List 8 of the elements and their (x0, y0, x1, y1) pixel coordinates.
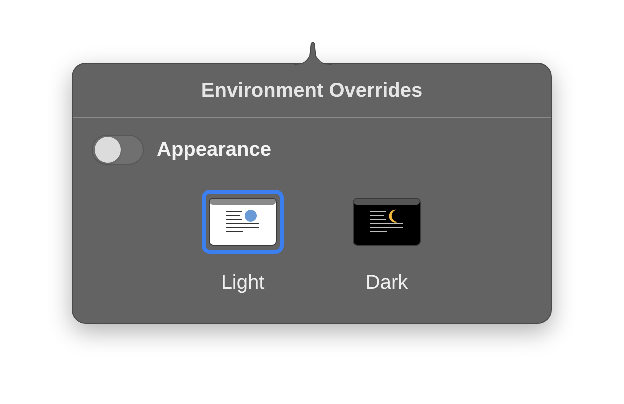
popover-title: Environment Overrides (201, 78, 423, 104)
dark-window-icon (353, 198, 421, 246)
option-label: Dark (366, 271, 408, 296)
appearance-toggle[interactable] (92, 135, 144, 165)
appearance-label: Appearance (157, 138, 272, 163)
option-label: Light (221, 271, 265, 296)
light-window-icon (209, 198, 277, 246)
appearance-option[interactable] (202, 190, 284, 254)
